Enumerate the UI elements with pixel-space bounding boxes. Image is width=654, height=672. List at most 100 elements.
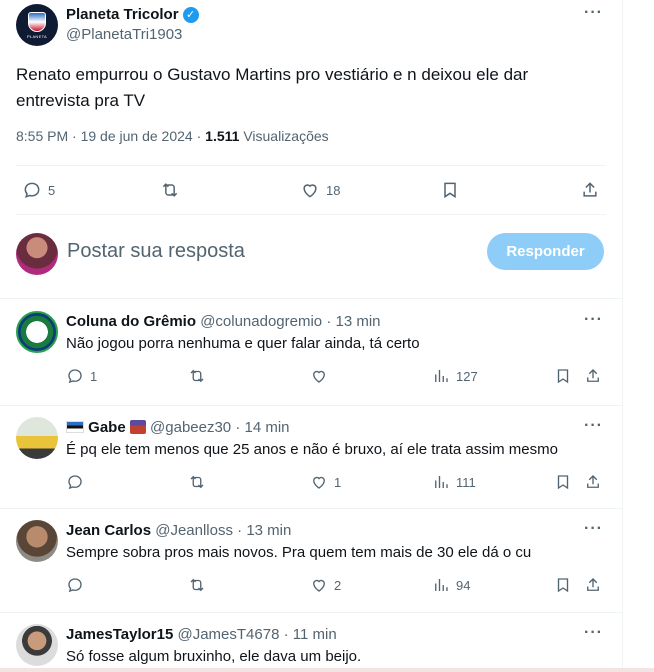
like-count: 2	[334, 577, 342, 593]
reply-time[interactable]: 14 min	[245, 419, 290, 436]
user-avatar[interactable]	[16, 233, 58, 275]
meta-separator: ·	[196, 128, 202, 144]
bookmark-action[interactable]	[554, 365, 572, 387]
share-icon	[587, 578, 599, 591]
views-count: 94	[456, 577, 471, 593]
club-crest-icon	[28, 11, 46, 32]
share-icon	[583, 182, 597, 197]
reply-input[interactable]: Postar sua resposta	[67, 240, 245, 263]
reply-avatar[interactable]	[16, 311, 58, 353]
reply-author-name[interactable]: Coluna do Grêmio	[66, 313, 196, 330]
share-action[interactable]	[584, 574, 602, 596]
reply-icon	[68, 369, 82, 384]
heart-icon	[313, 476, 325, 489]
share-action[interactable]	[584, 365, 602, 387]
reply-item[interactable]: Jean Carlos @Jeanlloss · 13 min ··· Semp…	[0, 508, 622, 612]
like-action[interactable]: 1	[310, 471, 341, 493]
author-avatar[interactable]: PLANETA	[16, 4, 58, 46]
reply-icon	[68, 475, 82, 490]
reply-count: 1	[90, 368, 98, 384]
tweet-time[interactable]: 8:55 PM	[16, 128, 68, 144]
views-count: 111	[456, 474, 476, 490]
reply-button[interactable]: Responder	[487, 233, 604, 270]
author-handle[interactable]: @PlanetaTri1903	[66, 26, 182, 43]
retweet-icon	[190, 369, 204, 383]
divider	[16, 214, 606, 215]
tweet-date[interactable]: 19 de jun de 2024	[81, 128, 193, 144]
views-label: Visualizações	[243, 128, 329, 144]
bookmark-icon	[557, 369, 569, 384]
reply-actions: 1 111	[66, 471, 606, 495]
reply-actions: 1 127	[66, 365, 606, 389]
meta-separator: ·	[326, 313, 332, 330]
author-name-row[interactable]: Planeta Tricolor ✓	[66, 6, 199, 23]
reply-author-name[interactable]: JamesTaylor15	[66, 626, 173, 643]
reply-author-name[interactable]: Gabe	[88, 419, 126, 436]
retweet-icon	[190, 578, 204, 592]
meta-separator: ·	[72, 128, 77, 144]
divider	[16, 165, 606, 166]
more-options-icon[interactable]: ···	[584, 520, 603, 538]
retweet-action[interactable]	[188, 574, 212, 596]
reply-action[interactable]	[66, 574, 90, 596]
reply-avatar[interactable]	[16, 417, 58, 459]
retweet-action[interactable]	[188, 365, 212, 387]
more-options-icon[interactable]: ···	[584, 4, 603, 22]
bookmark-icon	[444, 182, 456, 199]
reply-author-handle[interactable]: @JamesT4678	[177, 626, 279, 643]
reply-item[interactable]: JamesTaylor15 @JamesT4678 · 11 min ··· S…	[0, 612, 622, 668]
author-name[interactable]: Planeta Tricolor	[66, 6, 179, 23]
more-options-icon[interactable]: ···	[584, 311, 603, 329]
retweet-action[interactable]	[160, 176, 186, 204]
views-action[interactable]: 127	[432, 365, 478, 387]
right-margin	[622, 0, 654, 672]
like-action[interactable]	[310, 365, 334, 387]
reply-count: 5	[48, 182, 56, 198]
views-action[interactable]: 111	[432, 471, 476, 493]
reply-item[interactable]: Gabe @gabeez30 · 14 min ··· É pq ele tem…	[0, 405, 622, 508]
reply-icon	[68, 578, 82, 593]
reply-avatar[interactable]	[16, 624, 58, 666]
like-action[interactable]: 2	[310, 574, 341, 596]
reply-actions: 2 94	[66, 574, 606, 598]
more-options-icon[interactable]: ···	[584, 417, 603, 435]
retweet-icon	[190, 475, 204, 489]
reply-item[interactable]: Coluna do Grêmio @colunadogremio · 13 mi…	[0, 299, 622, 405]
reply-author-handle[interactable]: @Jeanlloss	[155, 522, 233, 539]
heart-icon	[313, 370, 325, 383]
reply-author-name[interactable]: Jean Carlos	[66, 522, 151, 539]
analytics-icon	[435, 370, 448, 382]
reply-action[interactable]: 1	[66, 365, 97, 387]
reply-text: Só fosse algum bruxinho, ele dava um bei…	[66, 648, 362, 665]
reply-avatar[interactable]	[16, 520, 58, 562]
main-tweet: PLANETA Planeta Tricolor ✓ @PlanetaTri19…	[0, 0, 622, 220]
bookmark-action[interactable]	[440, 176, 460, 204]
reply-action[interactable]	[66, 471, 90, 493]
reply-time[interactable]: 13 min	[336, 313, 381, 330]
reply-author-handle[interactable]: @gabeez30	[150, 419, 231, 436]
bookmark-action[interactable]	[554, 471, 572, 493]
reply-time[interactable]: 11 min	[293, 626, 337, 643]
more-options-icon[interactable]: ···	[584, 624, 603, 642]
reply-action[interactable]: 5	[22, 176, 55, 204]
building-emoji-icon	[129, 420, 146, 434]
bookmark-action[interactable]	[554, 574, 572, 596]
bookmark-icon	[557, 475, 569, 490]
reply-time[interactable]: 13 min	[246, 522, 291, 539]
views-action[interactable]: 94	[432, 574, 470, 596]
share-icon	[587, 475, 599, 488]
reply-composer: Postar sua resposta Responder	[0, 220, 622, 298]
like-count: 1	[334, 474, 342, 490]
tweet-page: PLANETA Planeta Tricolor ✓ @PlanetaTri19…	[0, 0, 622, 672]
reply-header: Gabe @gabeez30 · 14 min	[66, 419, 290, 436]
heart-icon	[313, 579, 325, 592]
like-count: 18	[326, 182, 341, 198]
like-action[interactable]: 18	[300, 176, 340, 204]
heart-icon	[303, 184, 317, 198]
share-action[interactable]	[584, 471, 602, 493]
reply-author-handle[interactable]: @colunadogremio	[200, 313, 322, 330]
views-count: 127	[456, 368, 478, 384]
share-action[interactable]	[580, 176, 600, 204]
retweet-action[interactable]	[188, 471, 212, 493]
meta-separator: ·	[235, 419, 241, 436]
